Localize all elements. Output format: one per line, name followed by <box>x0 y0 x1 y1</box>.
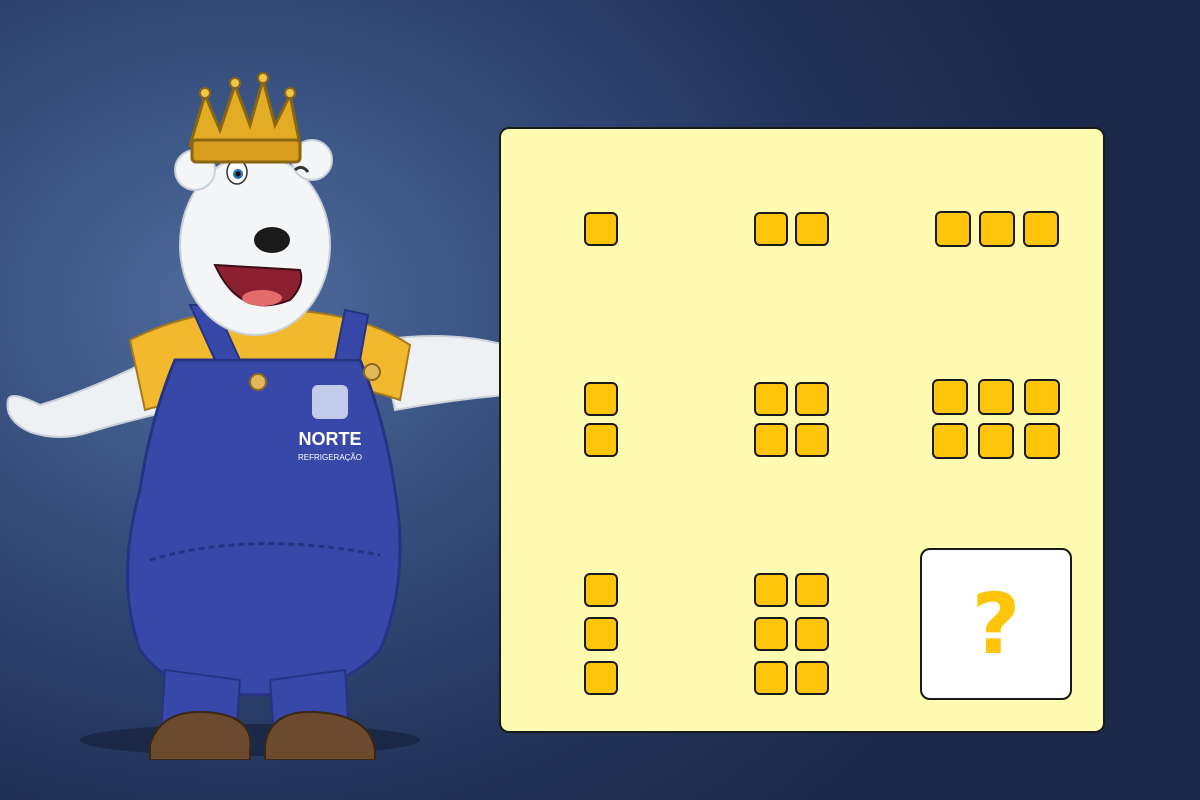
missing-answer-box[interactable]: ? <box>920 548 1072 700</box>
block-tile <box>979 211 1015 247</box>
polar-bear-mascot: NORTE REFRIGERAÇÃO <box>0 60 520 760</box>
block-tile <box>1023 211 1059 247</box>
block-tile <box>1024 423 1060 459</box>
puzzle-cell-2 <box>691 129 891 329</box>
block-tile <box>932 379 968 415</box>
brand-logo-subtext: REFRIGERAÇÃO <box>298 453 362 462</box>
pattern-puzzle-board: ? <box>499 127 1105 733</box>
block-tile <box>794 661 829 695</box>
brand-logo-text: NORTE <box>299 429 362 449</box>
block-tile <box>584 381 618 416</box>
block-tile <box>584 617 618 651</box>
puzzle-cell-9: ? <box>896 524 1096 724</box>
block-tile <box>584 212 618 246</box>
puzzle-cell-5 <box>691 319 891 519</box>
block-tile <box>584 573 618 607</box>
block-tile <box>794 422 829 457</box>
block-tile <box>794 573 829 607</box>
block-tile <box>978 423 1014 459</box>
block-tile <box>753 422 788 457</box>
puzzle-cell-6 <box>896 319 1096 519</box>
puzzle-cell-1 <box>501 129 701 329</box>
block-tile <box>753 617 788 651</box>
block-tile <box>753 573 788 607</box>
puzzle-cell-7 <box>501 534 701 734</box>
block-tile <box>1024 379 1060 415</box>
block-tile <box>794 617 829 651</box>
block-tile <box>584 661 618 695</box>
puzzle-cell-4 <box>501 319 701 519</box>
block-tile <box>978 379 1014 415</box>
block-tile <box>932 423 968 459</box>
block-tile <box>753 661 788 695</box>
question-mark: ? <box>971 575 1021 673</box>
puzzle-cell-8 <box>691 534 891 734</box>
puzzle-cell-3 <box>896 129 1096 329</box>
game-scene: NORTE REFRIGERAÇÃO ? <box>0 0 1200 800</box>
block-tile <box>584 422 618 457</box>
block-tile <box>753 381 788 416</box>
block-tile <box>753 212 788 246</box>
block-tile <box>935 211 971 247</box>
block-tile <box>794 212 829 246</box>
block-tile <box>794 381 829 416</box>
